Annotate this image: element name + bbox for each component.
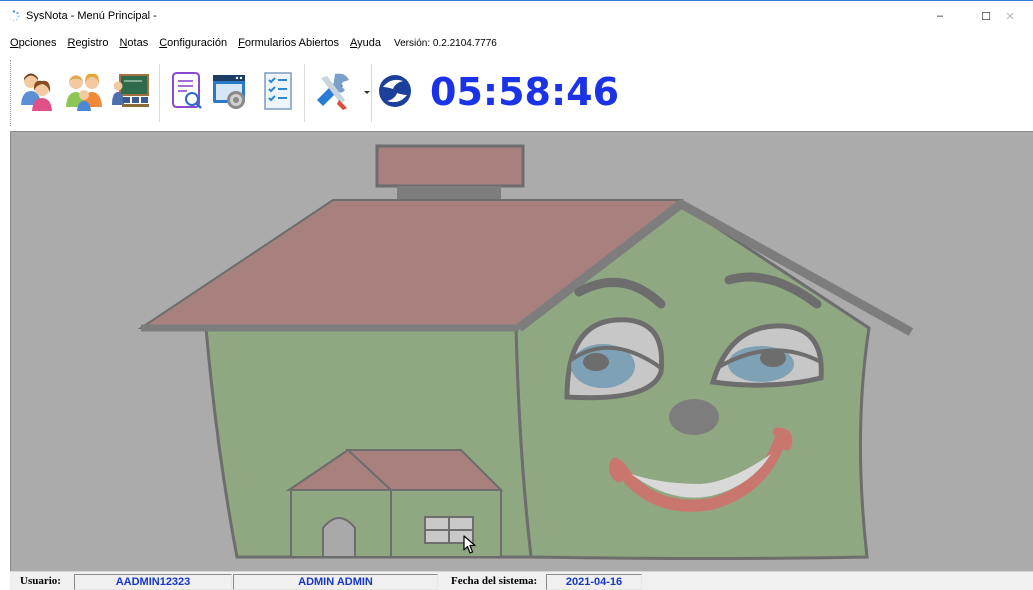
app-spinner-icon [8,10,20,22]
menu-bar: Opciones Registro Notas Configuración Fo… [10,33,497,53]
main-workspace [10,131,1033,571]
parents-icon [66,73,102,111]
house-mascot-illustration [137,144,914,560]
version-label: Versión: 0.2.2104.7776 [394,37,497,49]
checklist-icon [264,72,292,110]
menu-label: egistro [75,37,109,49]
app-logo-icon [379,75,411,107]
system-date-field: 2021-04-16 [546,574,642,590]
mouse-cursor-icon [463,535,476,554]
teacher-button[interactable] [108,68,152,114]
menu-registro[interactable]: Registro [67,37,108,49]
student-icon [21,73,52,111]
toolbar-separator [371,64,372,122]
menu-label: onfiguración [167,37,228,49]
user-label: Usuario: [20,575,61,587]
report-scroll-icon [172,72,202,109]
student-button[interactable] [14,68,58,114]
user-name-field: ADMIN ADMIN [233,574,438,590]
title-bar: SysNota - Menú Principal - – ☐ ✕ [0,0,1033,30]
chevron-down-icon[interactable] [364,91,370,94]
menu-label: yuda [357,37,381,49]
report-button[interactable] [163,68,207,114]
date-label: Fecha del sistema: [451,575,538,587]
minimize-icon: – [936,10,944,22]
configuration-button[interactable] [208,68,252,114]
close-button[interactable]: ✕ [987,1,1033,31]
toolbar: 05:58:46 [10,56,1033,130]
menu-opciones[interactable]: Opciones [10,37,56,49]
menu-ayuda[interactable]: Ayuda [350,37,381,49]
checklist-button[interactable] [256,68,300,114]
toolbar-grip[interactable] [10,60,13,126]
tools-icon [317,73,349,110]
menu-configuracion[interactable]: Configuración [159,37,227,49]
settings-window-icon [213,75,245,109]
status-bar: Usuario: AADMIN12323 ADMIN ADMIN Fecha d… [10,571,1033,590]
menu-label: ormularios Abiertos [244,37,339,49]
app-logo-button[interactable] [373,68,417,114]
window-title: SysNota - Menú Principal - [26,10,157,22]
menu-label: pciones [18,37,57,49]
user-code-field: AADMIN12323 [74,574,232,590]
menu-label: otas [127,37,149,49]
clock-display: 05:58:46 [430,70,620,114]
toolbar-separator [159,64,160,122]
close-icon: ✕ [1005,10,1015,23]
menu-accel: F [238,37,245,49]
menu-notas[interactable]: Notas [119,37,148,49]
menu-accel: O [10,37,19,49]
teacher-icon [112,74,149,107]
toolbar-separator [304,64,305,122]
menu-formularios-abiertos[interactable]: Formularios Abiertos [238,37,339,49]
parents-button[interactable] [62,68,106,114]
tools-dropdown-button[interactable] [310,68,354,114]
menu-accel: C [159,37,168,49]
minimize-button[interactable]: – [917,1,963,31]
